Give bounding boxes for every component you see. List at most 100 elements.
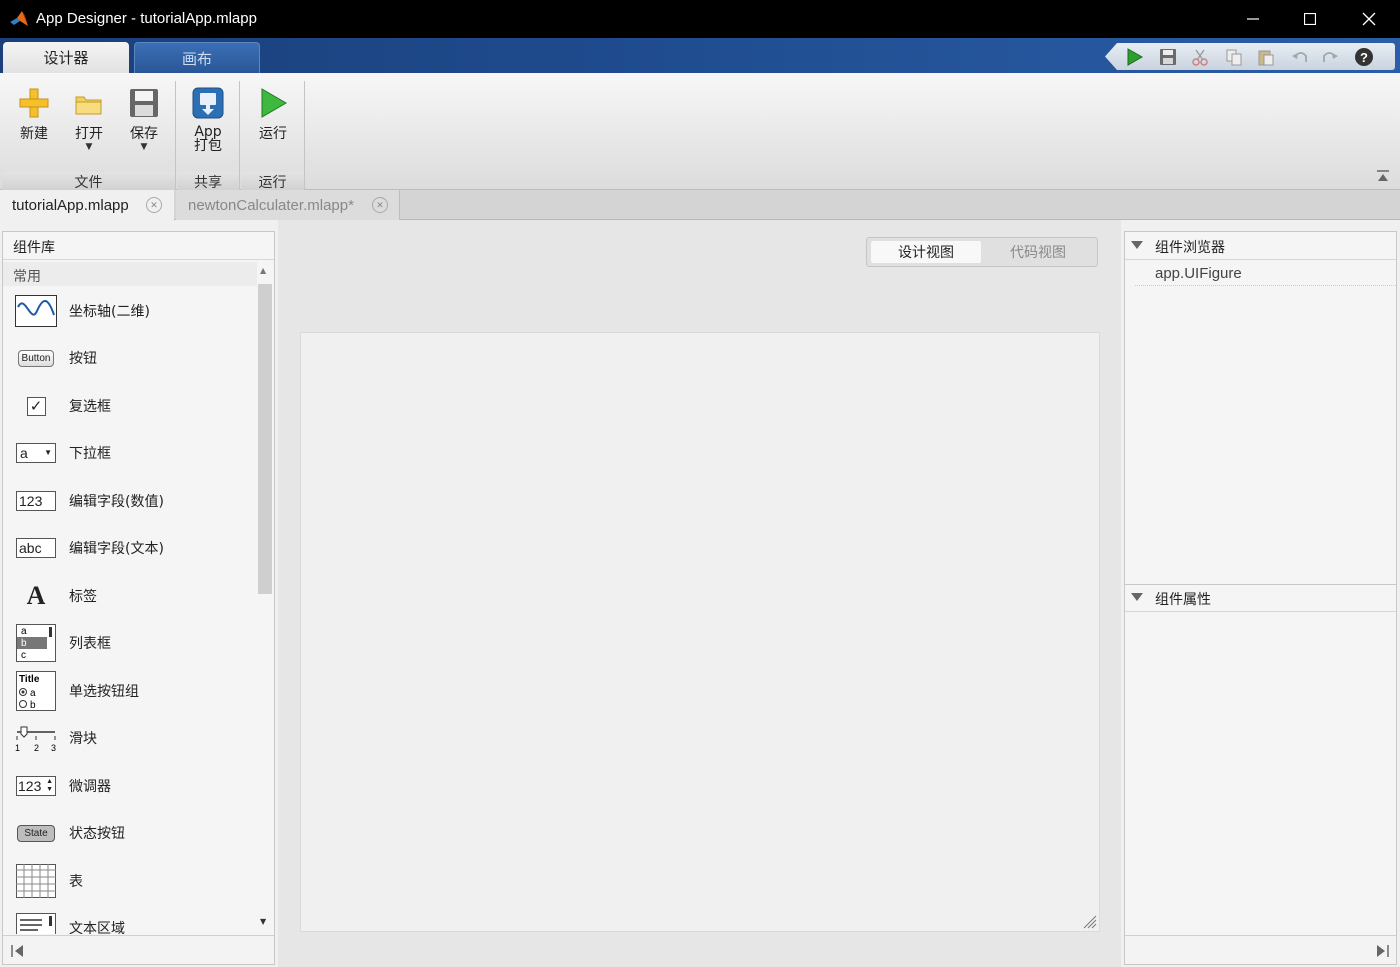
component-radio-group[interactable]: Title a b 单选按钮组 [3, 667, 257, 714]
section-share: App 打包 共享 [177, 81, 240, 191]
close-button[interactable] [1340, 0, 1398, 38]
tab-designer[interactable]: 设计器 [3, 42, 129, 73]
right-panel: 组件浏览器 app.UIFigure 组件属性 [1124, 231, 1397, 965]
label-icon: A [26, 581, 46, 610]
qat-redo-button[interactable] [1319, 47, 1341, 67]
cut-icon [1192, 49, 1208, 66]
component-label: 表 [69, 874, 83, 890]
section-share-label: 共享 [177, 172, 239, 191]
library-scrollbar-thumb[interactable] [258, 284, 272, 594]
slider-icon: 1 2 3 [15, 722, 57, 754]
save-icon [130, 89, 158, 117]
dropdown-icon: a ▼ [15, 437, 57, 469]
qat-cut-button[interactable] [1189, 47, 1211, 67]
open-dropdown-icon[interactable]: ▼ [86, 143, 93, 152]
component-checkbox[interactable]: ✓ 复选框 [3, 382, 257, 429]
save-button[interactable]: 保存 ▼ [122, 87, 166, 152]
scroll-down-icon[interactable]: ▼ [260, 917, 266, 926]
qat-copy-button[interactable] [1223, 47, 1245, 67]
component-button[interactable]: Button 按钮 [3, 334, 257, 381]
library-horizontal-scrollbar[interactable] [3, 935, 274, 964]
component-label-widget[interactable]: A 标签 [3, 572, 257, 619]
run-button[interactable]: 运行 [251, 87, 295, 143]
qat-undo-button[interactable] [1289, 47, 1311, 67]
component-label: 状态按钮 [69, 826, 125, 842]
state-button-icon: State [15, 817, 57, 849]
component-listbox[interactable]: abc 列表框 [3, 619, 257, 666]
scroll-left-end-icon[interactable] [11, 944, 25, 958]
run-icon [261, 88, 287, 118]
package-app-button[interactable]: App 打包 [185, 87, 231, 153]
save-dropdown-icon[interactable]: ▼ [141, 143, 148, 152]
component-browser-header[interactable]: 组件浏览器 [1125, 232, 1396, 260]
svg-text:c: c [21, 650, 26, 661]
component-spinner[interactable]: 123 ▲ ▼ 微调器 [3, 762, 257, 809]
close-icon [1362, 12, 1376, 26]
close-tab-icon[interactable]: ✕ [372, 197, 388, 213]
doc-tab-label: tutorialApp.mlapp [12, 196, 129, 214]
minimize-icon [1247, 18, 1259, 20]
save-icon [1160, 49, 1176, 65]
close-tab-icon[interactable]: ✕ [146, 197, 162, 213]
component-slider[interactable]: 1 2 3 滑块 [3, 714, 257, 761]
section-file: 新建 打开 ▼ 保存 ▼ 文件 [2, 81, 176, 191]
svg-text:?: ? [1360, 50, 1368, 65]
svg-text:b: b [21, 638, 27, 649]
minimize-button[interactable] [1224, 0, 1282, 38]
qat-help-button[interactable]: ? [1353, 47, 1375, 67]
component-label: 坐标轴(二维) [69, 304, 150, 320]
qat-paste-button[interactable] [1255, 47, 1277, 67]
listbox-icon: abc [15, 624, 57, 662]
section-file-label: 文件 [2, 172, 175, 191]
section-run: 运行 运行 [241, 81, 305, 191]
component-label: 编辑字段(文本) [69, 541, 164, 557]
component-label: 文本区域 [69, 921, 125, 934]
component-properties-header[interactable]: 组件属性 [1125, 584, 1396, 612]
maximize-icon [1304, 13, 1316, 25]
title-bar: App Designer - tutorialApp.mlapp [0, 0, 1400, 38]
collapse-triangle-icon[interactable] [1131, 593, 1143, 601]
code-view-button[interactable]: 代码视图 [983, 241, 1093, 263]
undo-icon [1292, 52, 1307, 62]
svg-text:Title: Title [19, 674, 40, 685]
doc-tab-newtoncalculater[interactable]: newtonCalculater.mlapp* ✕ [176, 190, 400, 220]
right-horizontal-scrollbar[interactable] [1125, 935, 1396, 964]
component-dropdown[interactable]: a ▼ 下拉框 [3, 429, 257, 476]
scroll-up-icon[interactable]: ▲ [260, 266, 266, 275]
collapse-triangle-icon[interactable] [1131, 241, 1143, 249]
collapse-toolstrip-icon[interactable] [1376, 169, 1390, 183]
svg-text:1: 1 [15, 743, 20, 752]
component-numeric-field[interactable]: 123 编辑字段(数值) [3, 477, 257, 524]
scroll-right-end-icon[interactable] [1375, 944, 1389, 958]
ui-figure-canvas[interactable] [300, 332, 1100, 932]
checkbox-icon: ✓ [15, 390, 57, 422]
component-label: 单选按钮组 [69, 684, 139, 700]
component-state-button[interactable]: State 状态按钮 [3, 809, 257, 856]
tab-canvas[interactable]: 画布 [134, 42, 260, 73]
section-run-label: 运行 [241, 172, 304, 191]
open-folder-icon [75, 96, 102, 115]
category-header: 常用 [3, 262, 257, 286]
maximize-button[interactable] [1281, 0, 1339, 38]
open-button[interactable]: 打开 ▼ [67, 87, 111, 152]
component-table[interactable]: 表 [3, 857, 257, 904]
new-button[interactable]: 新建 [12, 87, 56, 143]
resize-grip-icon[interactable] [1081, 913, 1097, 929]
qat-save-button[interactable] [1157, 47, 1179, 67]
doc-tab-tutorialapp[interactable]: tutorialApp.mlapp ✕ [0, 190, 174, 220]
svg-text:a: a [30, 688, 36, 699]
design-view-button[interactable]: 设计视图 [871, 241, 981, 263]
component-label: 按钮 [69, 351, 97, 367]
document-tabs: tutorialApp.mlapp ✕ newtonCalculater.mla… [0, 190, 1400, 220]
browser-item-uifigure[interactable]: app.UIFigure [1135, 262, 1396, 286]
table-icon [15, 864, 57, 898]
run-label: 运行 [259, 126, 287, 142]
component-text-field[interactable]: abc 编辑字段(文本) [3, 524, 257, 571]
package-app-label-line1: App [194, 124, 222, 140]
qat-run-button[interactable] [1123, 47, 1145, 67]
svg-text:3: 3 [51, 743, 56, 752]
component-axes[interactable]: 坐标轴(二维) [3, 287, 257, 334]
spinner-icon: 123 ▲ ▼ [15, 770, 57, 802]
axes-icon [15, 295, 57, 327]
component-text-area[interactable]: 文本区域 [3, 904, 257, 934]
